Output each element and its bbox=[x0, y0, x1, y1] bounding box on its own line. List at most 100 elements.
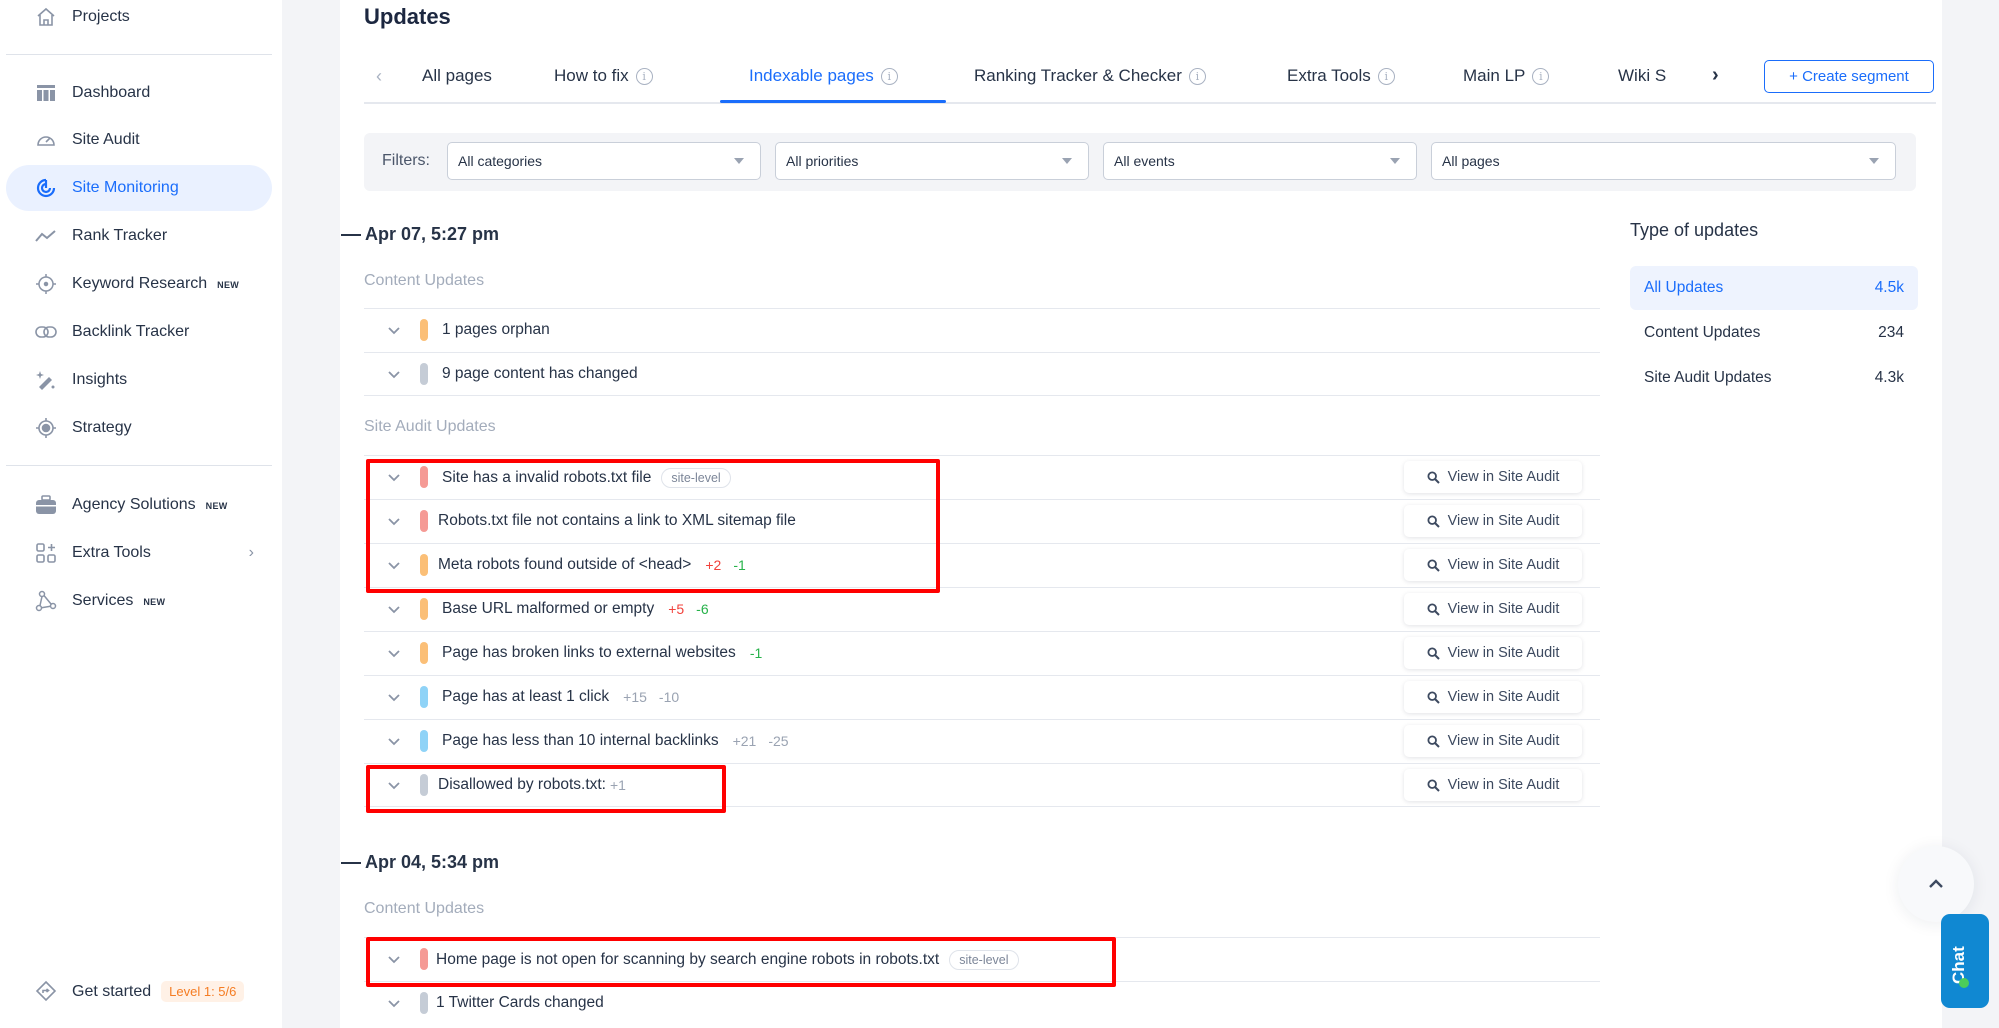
sidebar-item-label: Services NEW bbox=[72, 592, 166, 609]
tabs-prev-button[interactable]: ‹ bbox=[376, 66, 382, 87]
search-icon bbox=[1427, 690, 1440, 704]
sidebar-item-services[interactable]: Services NEW bbox=[6, 578, 272, 624]
severity-indicator bbox=[420, 686, 428, 708]
update-row[interactable]: Meta robots found outside of <head> +2 -1 V… bbox=[364, 543, 1600, 587]
sidebar-item-site-audit[interactable]: Site Audit bbox=[6, 117, 272, 163]
section-label: Content Updates bbox=[364, 272, 485, 289]
dropdown-arrow-icon bbox=[1869, 158, 1879, 164]
update-row[interactable]: Site has a invalid robots.txt file site-l… bbox=[364, 455, 1600, 499]
view-in-site-audit-button[interactable]: View in Site Audit bbox=[1404, 505, 1582, 537]
tab-extra-tools[interactable]: Extra Tools i bbox=[1287, 66, 1395, 86]
update-title: Disallowed by robots.txt: +1 bbox=[438, 776, 626, 794]
tab-how-to-fix[interactable]: How to fix i bbox=[554, 66, 653, 86]
monitoring-icon bbox=[34, 176, 58, 200]
chevron-down-icon[interactable] bbox=[386, 513, 402, 529]
update-title: Robots.txt file not contains a link to X… bbox=[438, 512, 796, 530]
tabs-next-button[interactable]: › bbox=[1712, 64, 1719, 87]
collapse-dash-icon[interactable] bbox=[341, 861, 361, 864]
view-in-site-audit-button[interactable]: View in Site Audit bbox=[1404, 461, 1582, 493]
info-icon: i bbox=[1188, 67, 1206, 85]
type-item-content-updates[interactable]: Content Updates 234 bbox=[1630, 311, 1918, 355]
update-row[interactable]: Page has broken links to external websit… bbox=[364, 631, 1600, 675]
sidebar-item-dashboard[interactable]: Dashboard bbox=[6, 70, 272, 116]
update-row[interactable]: Page has at least 1 click +15 -10 View in S… bbox=[364, 675, 1600, 719]
update-text: Meta robots found outside of <head> bbox=[438, 556, 692, 573]
search-icon bbox=[1427, 778, 1440, 792]
search-icon bbox=[1427, 646, 1440, 660]
chevron-down-icon[interactable] bbox=[386, 733, 402, 749]
view-in-site-audit-button[interactable]: View in Site Audit bbox=[1404, 549, 1582, 581]
update-row[interactable]: Base URL malformed or empty +5 -6 View in S… bbox=[364, 587, 1600, 631]
new-badge: NEW bbox=[143, 597, 166, 607]
view-in-site-audit-button[interactable]: View in Site Audit bbox=[1404, 593, 1582, 625]
event-filter-select[interactable]: All events bbox=[1103, 142, 1417, 180]
chat-label: Chat bbox=[1949, 946, 1968, 984]
tab-main-lp[interactable]: Main LP i bbox=[1463, 66, 1550, 86]
view-in-site-audit-button[interactable]: View in Site Audit bbox=[1404, 637, 1582, 669]
priority-filter-select[interactable]: All priorities bbox=[775, 142, 1089, 180]
update-row[interactable]: 1 Twitter Cards changed bbox=[364, 981, 1600, 1025]
button-label: View in Site Audit bbox=[1447, 469, 1560, 485]
tab-wiki[interactable]: Wiki S bbox=[1618, 66, 1666, 86]
update-row[interactable]: 1 pages orphan bbox=[364, 308, 1600, 352]
sidebar-item-label: Rank Tracker bbox=[72, 227, 168, 244]
category-filter-select[interactable]: All categories bbox=[447, 142, 761, 180]
sidebar-item-strategy[interactable]: Strategy bbox=[6, 405, 272, 451]
sidebar-item-label: Get started Level 1: 5/6 bbox=[72, 980, 245, 1002]
chevron-down-icon[interactable] bbox=[386, 557, 402, 573]
chevron-down-icon[interactable] bbox=[386, 777, 402, 793]
sidebar-item-site-monitoring[interactable]: Site Monitoring bbox=[6, 165, 272, 211]
pages-filter-select[interactable]: All pages bbox=[1431, 142, 1896, 180]
chevron-down-icon[interactable] bbox=[386, 366, 402, 382]
collapse-dash-icon[interactable] bbox=[341, 233, 361, 236]
update-row[interactable]: Page has less than 10 internal backlinks… bbox=[364, 719, 1600, 763]
type-item-all-updates[interactable]: All Updates 4.5k bbox=[1630, 266, 1918, 310]
view-in-site-audit-button[interactable]: View in Site Audit bbox=[1404, 725, 1582, 757]
view-in-site-audit-button[interactable]: View in Site Audit bbox=[1404, 681, 1582, 713]
dropdown-arrow-icon bbox=[734, 158, 744, 164]
sidebar-item-backlink-tracker[interactable]: Backlink Tracker bbox=[6, 309, 272, 355]
removed-count: -1 bbox=[733, 557, 746, 573]
update-row[interactable]: 9 page content has changed bbox=[364, 352, 1600, 396]
type-item-site-audit-updates[interactable]: Site Audit Updates 4.3k bbox=[1630, 356, 1918, 400]
search-icon bbox=[1427, 602, 1440, 616]
chevron-down-icon[interactable] bbox=[386, 689, 402, 705]
chat-button[interactable]: Chat bbox=[1941, 914, 1989, 1008]
tab-ranking-tracker-checker[interactable]: Ranking Tracker & Checker i bbox=[974, 66, 1206, 86]
chevron-down-icon[interactable] bbox=[386, 601, 402, 617]
chevron-down-icon[interactable] bbox=[386, 469, 402, 485]
update-text: Page has less than 10 internal backlinks bbox=[442, 732, 719, 749]
sidebar-item-insights[interactable]: Insights bbox=[6, 357, 272, 403]
update-row[interactable]: Home page is not open for scanning by se… bbox=[364, 937, 1600, 981]
tab-indexable-pages[interactable]: Indexable pages i bbox=[749, 66, 898, 86]
chevron-down-icon[interactable] bbox=[386, 645, 402, 661]
info-icon: i bbox=[635, 67, 653, 85]
sidebar-item-extra-tools[interactable]: Extra Tools › bbox=[6, 530, 272, 576]
chevron-down-icon[interactable] bbox=[386, 951, 402, 967]
removed-count: -6 bbox=[696, 601, 709, 617]
update-text: Disallowed by robots.txt: bbox=[438, 776, 606, 793]
direction-sign-icon bbox=[34, 979, 58, 1003]
chevron-down-icon[interactable] bbox=[386, 995, 402, 1011]
scroll-to-top-button[interactable] bbox=[1898, 846, 1974, 922]
view-in-site-audit-button[interactable]: View in Site Audit bbox=[1404, 769, 1582, 801]
sidebar-item-agency-solutions[interactable]: Agency Solutions NEW bbox=[6, 482, 272, 528]
chevron-down-icon[interactable] bbox=[386, 322, 402, 338]
create-segment-button[interactable]: + Create segment bbox=[1764, 60, 1934, 93]
update-row[interactable]: Robots.txt file not contains a link to X… bbox=[364, 499, 1600, 543]
severity-indicator bbox=[420, 319, 428, 341]
button-label: View in Site Audit bbox=[1447, 733, 1560, 749]
page-title: Updates bbox=[364, 4, 451, 29]
update-title: Page has broken links to external websit… bbox=[442, 644, 762, 662]
severity-indicator bbox=[420, 510, 428, 532]
sidebar-item-keyword-research[interactable]: Keyword Research NEW bbox=[6, 261, 272, 307]
update-row[interactable]: Disallowed by robots.txt: +1 View in Site … bbox=[364, 763, 1600, 807]
update-title: Base URL malformed or empty +5 -6 bbox=[442, 600, 709, 618]
sidebar-item-label: Site Monitoring bbox=[72, 179, 179, 196]
get-started-item[interactable]: Get started Level 1: 5/6 bbox=[6, 968, 272, 1014]
sidebar-item-rank-tracker[interactable]: Rank Tracker bbox=[6, 213, 272, 259]
sidebar-item-label: Backlink Tracker bbox=[72, 323, 190, 340]
severity-indicator bbox=[420, 948, 428, 970]
sidebar-item-projects[interactable]: Projects bbox=[6, 0, 272, 40]
tab-all-pages[interactable]: All pages bbox=[422, 66, 492, 86]
